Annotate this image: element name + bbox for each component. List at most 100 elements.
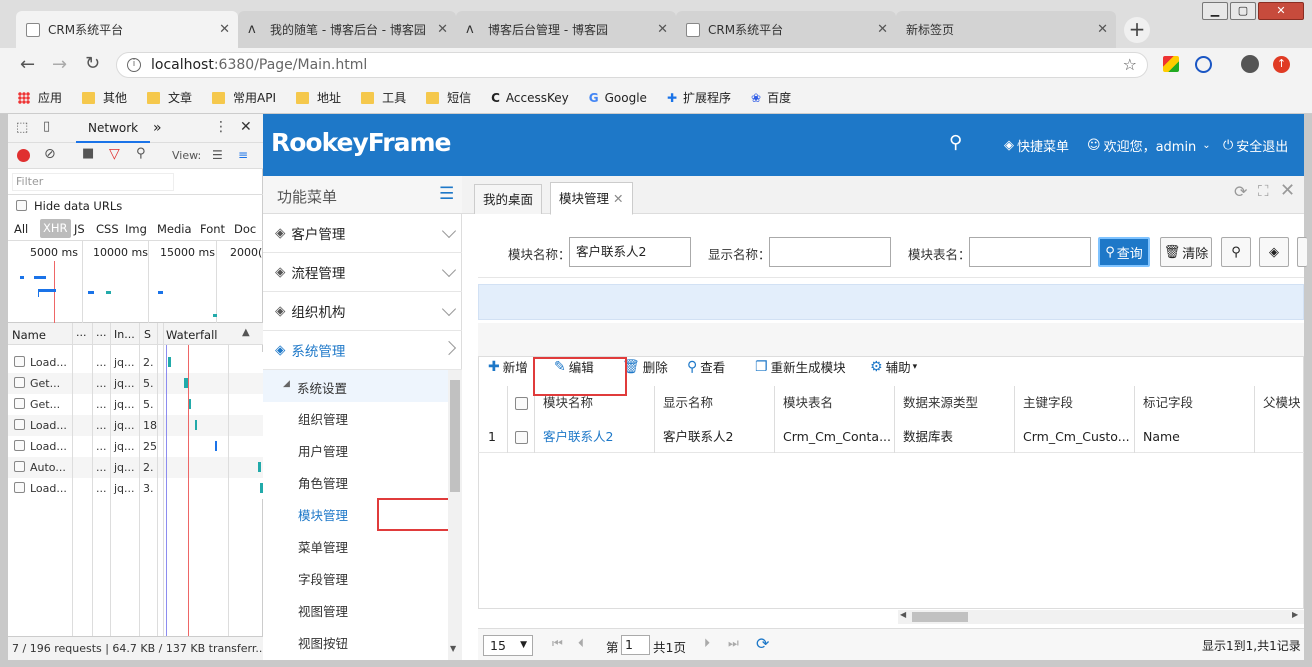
search-icon[interactable]: ⚲	[949, 132, 962, 153]
browser-tab-3[interactable]: ᴧ 博客后台管理 - 博客园 ✕	[456, 11, 676, 48]
column-header[interactable]: 主键字段	[1015, 386, 1135, 420]
menu-icon[interactable]: ⋮	[214, 119, 228, 135]
reload-icon[interactable]: ↻	[85, 53, 100, 74]
close-icon[interactable]: ✕	[1280, 180, 1295, 201]
sidebar-scrollbar[interactable]: ▼	[448, 370, 462, 660]
waterfall-view-icon[interactable]: ≡	[238, 148, 248, 162]
type-media[interactable]: Media	[157, 222, 192, 236]
close-window-button[interactable]: ✕	[1258, 2, 1304, 20]
column-header[interactable]: 显示名称	[655, 386, 775, 420]
hide-data-checkbox[interactable]	[16, 200, 27, 211]
sidebar-subitem[interactable]: 用户管理	[298, 441, 348, 460]
scrollbar-thumb[interactable]	[450, 380, 460, 492]
type-css[interactable]: CSS	[96, 222, 119, 236]
bookmark-accesskey[interactable]: C AccessKey	[491, 91, 569, 105]
module-name-link[interactable]: 客户联系人2	[535, 420, 655, 453]
last-page-icon[interactable]: ⏭	[728, 636, 739, 651]
close-icon[interactable]: ✕	[240, 119, 252, 135]
sidebar-subitem[interactable]: 模块管理	[298, 505, 348, 524]
clear-icon[interactable]: ⊘	[44, 146, 56, 162]
bookmark-folder[interactable]: 其他	[82, 89, 127, 106]
list-view-icon[interactable]: ☰	[212, 148, 223, 162]
sidebar-item-customer[interactable]: ◈ 客户管理	[263, 214, 462, 253]
scroll-left-icon[interactable]: ◀	[900, 610, 906, 619]
tab-module-manage[interactable]: 模块管理 ✕	[550, 182, 633, 215]
type-img[interactable]: Img	[125, 222, 147, 236]
record-icon[interactable]	[17, 149, 30, 162]
browser-tab-2[interactable]: ᴧ 我的随笔 - 博客后台 - 博客园 ✕	[238, 11, 456, 48]
table-name-input[interactable]	[969, 237, 1091, 267]
horizontal-scrollbar[interactable]: ◀ ▶	[898, 610, 1304, 624]
refresh-icon[interactable]: ⟳	[1234, 182, 1247, 201]
quick-menu-link[interactable]: ◈ 快捷菜单	[1004, 136, 1069, 155]
sidebar-subitem[interactable]: 菜单管理	[298, 537, 348, 556]
device-icon[interactable]: ▯	[43, 119, 50, 134]
sub-group-system-settings[interactable]: ◢ 系统设置	[263, 370, 448, 402]
more-button[interactable]	[1297, 237, 1307, 267]
tab-desktop[interactable]: 我的桌面	[474, 184, 543, 214]
col-size[interactable]: S	[144, 328, 151, 341]
table-row[interactable]: Get... ... jq... 5. 6	[8, 373, 263, 394]
sidebar-subitem[interactable]: 字段管理	[298, 569, 348, 588]
bookmark-extensions[interactable]: ✚ 扩展程序	[667, 89, 731, 106]
type-font[interactable]: Font	[200, 222, 225, 236]
tab-network[interactable]: Network	[76, 114, 151, 143]
col-initiator[interactable]: In...	[114, 328, 135, 341]
extension-icon[interactable]	[1163, 56, 1179, 72]
info-icon[interactable]: i	[127, 58, 141, 72]
layers-button[interactable]: ◈	[1259, 237, 1289, 267]
filter-icon[interactable]: ▽	[109, 146, 120, 162]
search-icon[interactable]: ⚲	[136, 146, 146, 161]
col-status[interactable]: ...	[76, 326, 87, 339]
column-header[interactable]: 标记字段	[1135, 386, 1255, 420]
module-name-input[interactable]: 客户联系人2	[569, 237, 691, 267]
column-header[interactable]: 模块表名	[775, 386, 895, 420]
sidebar-subitem[interactable]: 组织管理	[298, 409, 348, 428]
back-icon[interactable]: ←	[20, 54, 35, 75]
user-menu[interactable]: ☺ 欢迎您，admin ⌄	[1087, 136, 1211, 155]
logout-link[interactable]: ⏻ 安全退出	[1223, 136, 1288, 155]
camera-icon[interactable]: ■	[82, 146, 94, 161]
bookmark-baidu[interactable]: ❀ 百度	[751, 89, 791, 106]
table-row[interactable]: Auto... ... jq... 2. 1	[8, 457, 263, 478]
filter-input[interactable]: Filter	[12, 173, 174, 191]
page-size-select[interactable]: 15 ▼	[483, 635, 533, 656]
new-tab-button[interactable]: +	[1124, 17, 1150, 43]
row-checkbox[interactable]	[515, 431, 528, 444]
browser-tab-4[interactable]: CRM系统平台 ✕	[676, 11, 896, 48]
col-waterfall[interactable]: Waterfall	[166, 328, 217, 342]
type-js[interactable]: JS	[74, 222, 85, 236]
bookmark-folder[interactable]: 短信	[426, 89, 471, 106]
first-page-icon[interactable]: ⏮	[552, 636, 563, 651]
table-row[interactable]: Load... ... jq... 25 9	[8, 436, 263, 457]
bookmark-folder[interactable]: 工具	[361, 89, 406, 106]
advanced-search-button[interactable]: ⚲	[1221, 237, 1251, 267]
display-name-input[interactable]	[769, 237, 891, 267]
close-icon[interactable]: ✕	[219, 22, 230, 37]
sidebar-item-org[interactable]: ◈ 组织机构	[263, 292, 462, 331]
table-row[interactable]: Load... ... jq... 18 2	[8, 415, 263, 436]
close-icon[interactable]: ✕	[657, 22, 668, 37]
close-icon[interactable]: ✕	[613, 191, 623, 206]
bookmark-apps[interactable]: 应用	[18, 89, 62, 106]
star-icon[interactable]: ☆	[1123, 53, 1137, 77]
close-icon[interactable]: ✕	[877, 22, 888, 37]
type-doc[interactable]: Doc	[234, 222, 256, 236]
query-button[interactable]: ⚲ 查询	[1098, 237, 1150, 267]
bookmark-folder[interactable]: 文章	[147, 89, 192, 106]
url-input[interactable]: i localhost:6380/Page/Main.html ☆	[116, 52, 1148, 78]
sidebar-subitem[interactable]: 视图管理	[298, 601, 348, 620]
more-tabs-icon[interactable]: »	[153, 120, 162, 136]
maximize-button[interactable]: ▢	[1230, 2, 1256, 20]
minimize-button[interactable]: ▁	[1202, 2, 1228, 20]
hamburger-icon[interactable]: ☰	[439, 184, 454, 204]
select-all-checkbox[interactable]	[515, 397, 528, 410]
type-xhr[interactable]: XHR	[40, 219, 71, 238]
inspect-icon[interactable]: ⬚	[16, 120, 28, 135]
next-page-icon[interactable]: ⏵	[704, 636, 710, 651]
sidebar-subitem[interactable]: 视图按钮	[298, 633, 348, 652]
bookmark-google[interactable]: G Google	[589, 91, 647, 105]
page-input[interactable]: 1	[621, 635, 650, 655]
close-icon[interactable]: ✕	[437, 22, 448, 37]
fullscreen-icon[interactable]: ⛶	[1258, 182, 1269, 200]
